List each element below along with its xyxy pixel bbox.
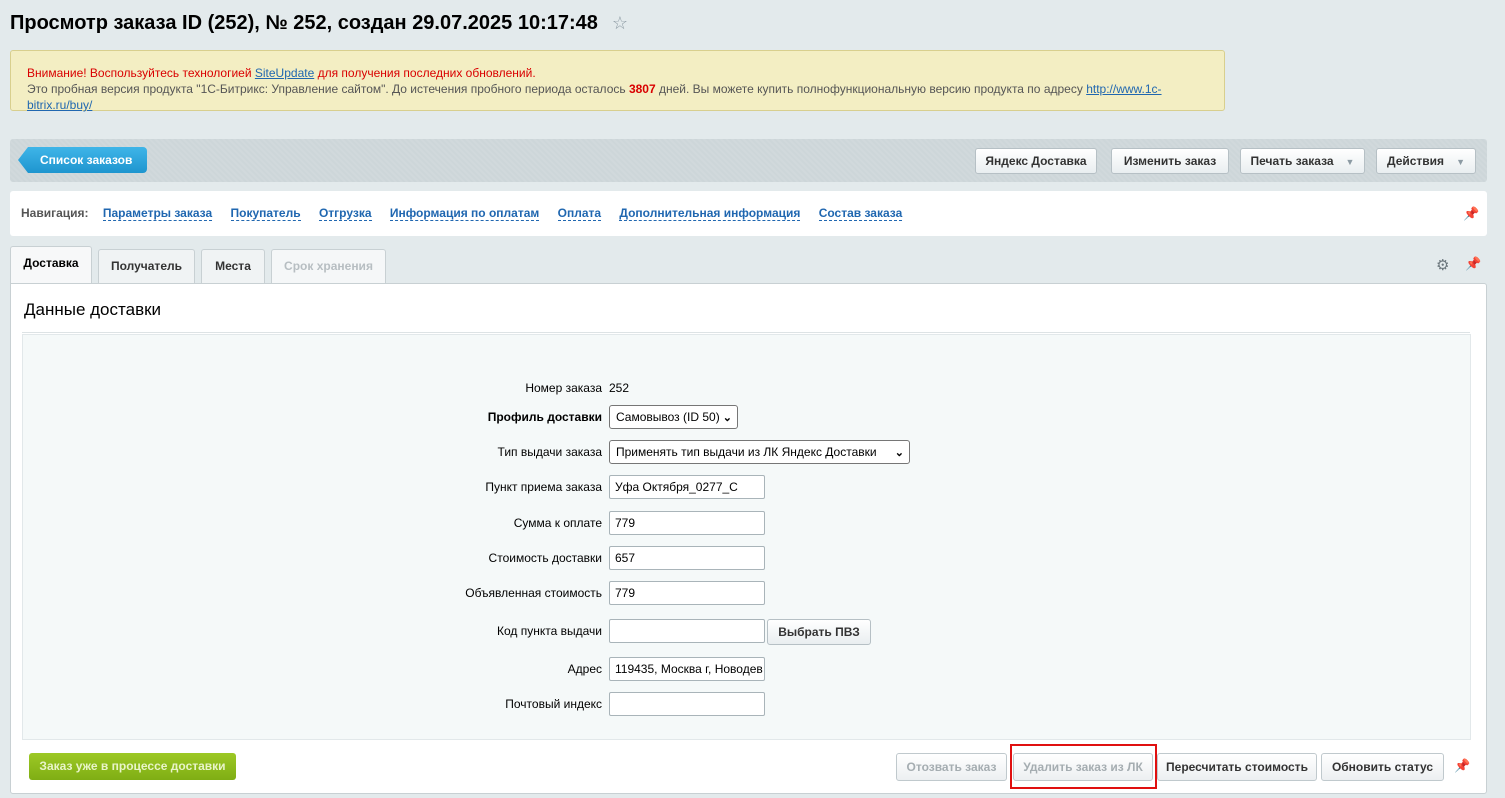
gear-icon[interactable]: ⚙	[1436, 256, 1449, 274]
postcode-row: Почтовый индекс	[23, 692, 1470, 716]
update-status-button[interactable]: Обновить статус	[1321, 753, 1444, 781]
issue-type-value: Применять тип выдачи из ЛК Яндекс Достав…	[616, 445, 877, 459]
issue-type-label: Тип выдачи заказа	[497, 445, 602, 459]
declared-cost-label: Объявленная стоимость	[465, 586, 602, 600]
notice-text: Внимание! Воспользуйтесь технологией	[27, 66, 255, 80]
edit-order-label: Изменить заказ	[1123, 154, 1217, 168]
panel-title: Данные доставки	[24, 300, 162, 319]
issue-type-select[interactable]: Применять тип выдачи из ЛК Яндекс Достав…	[609, 440, 910, 464]
delivery-panel: Данные доставки Номер заказа 252 Профиль…	[10, 283, 1487, 794]
nav-link-additional-info[interactable]: Дополнительная информация	[619, 206, 801, 221]
recalc-cost-button[interactable]: Пересчитать стоимость	[1157, 753, 1317, 781]
tab-storage-period: Срок хранения	[271, 249, 386, 283]
delivery-cost-row: Стоимость доставки 657	[23, 546, 1470, 570]
delivery-cost-input[interactable]: 657	[609, 546, 765, 570]
point-code-row: Код пункта выдачи Выбрать ПВЗ	[23, 619, 1470, 645]
in-delivery-button[interactable]: Заказ уже в процессе доставки	[29, 753, 236, 780]
navigation-label: Навигация:	[21, 206, 89, 220]
tab-places[interactable]: Места	[201, 249, 265, 283]
delivery-profile-value: Самовывоз (ID 50)	[616, 410, 720, 424]
trial-notice: Внимание! Воспользуйтесь технологией Sit…	[10, 50, 1225, 113]
order-number-label: Номер заказа	[525, 381, 602, 395]
notice-text: Это пробная версия продукта "1С-Битрикс:…	[27, 82, 629, 96]
delivery-form: Номер заказа 252 Профиль доставки Самовы…	[22, 334, 1471, 740]
amount-row: Сумма к оплате 779	[23, 511, 1470, 535]
recall-order-button: Отозвать заказ	[896, 753, 1007, 781]
chevron-down-icon: ▼	[1345, 157, 1355, 167]
actions-button[interactable]: Действия ▼	[1376, 148, 1476, 174]
yandex-delivery-button[interactable]: Яндекс Доставка	[975, 148, 1097, 174]
nav-link-payment[interactable]: Оплата	[557, 206, 602, 221]
page-title: Просмотр заказа ID (252), № 252, создан …	[10, 12, 628, 35]
nav-link-order-params[interactable]: Параметры заказа	[102, 206, 213, 221]
profile-row: Профиль доставки Самовывоз (ID 50) ⌄	[23, 405, 1470, 429]
point-code-label: Код пункта выдачи	[497, 624, 602, 638]
chevron-down-icon: ▼	[1456, 157, 1465, 167]
declared-cost-input[interactable]: 779	[609, 581, 765, 605]
nav-link-buyer[interactable]: Покупатель	[230, 206, 301, 221]
notice-text: дней. Вы можете купить полнофункциональн…	[655, 82, 1087, 96]
star-icon[interactable]: ☆	[612, 13, 628, 34]
pin-icon[interactable]: 📌	[1465, 256, 1481, 272]
notice-text: для получения последних обновлений.	[314, 66, 536, 80]
toolbar: Список заказов Яндекс Доставка Изменить …	[10, 139, 1487, 182]
highlight-box	[1010, 744, 1157, 789]
order-list-button[interactable]: Список заказов	[18, 147, 148, 173]
print-order-button[interactable]: Печать заказа ▼	[1240, 148, 1365, 174]
pickup-label: Пункт приема заказа	[485, 480, 602, 494]
declared-cost-row: Объявленная стоимость 779	[23, 581, 1470, 605]
yandex-delivery-label: Яндекс Доставка	[985, 154, 1087, 168]
profile-label: Профиль доставки	[487, 410, 602, 424]
pin-icon[interactable]: 📌	[1454, 758, 1470, 774]
pickup-point-input[interactable]: Уфа Октября_0277_С	[609, 475, 765, 499]
tab-recipient[interactable]: Получатель	[98, 249, 195, 283]
actions-label: Действия	[1387, 154, 1445, 168]
choose-pvz-button[interactable]: Выбрать ПВЗ	[767, 619, 871, 645]
siteupdate-link[interactable]: SiteUpdate	[255, 66, 314, 80]
print-order-label: Печать заказа	[1250, 154, 1334, 168]
address-label: Адрес	[567, 662, 602, 676]
edit-order-button[interactable]: Изменить заказ	[1111, 148, 1229, 174]
amount-input[interactable]: 779	[609, 511, 765, 535]
nav-link-order-contents[interactable]: Состав заказа	[818, 206, 903, 221]
delivery-cost-label: Стоимость доставки	[488, 551, 602, 565]
point-code-input[interactable]	[609, 619, 765, 643]
page-title-text: Просмотр заказа ID (252), № 252, создан …	[10, 12, 598, 34]
address-row: Адрес 119435, Москва г, Новодев	[23, 657, 1470, 681]
nav-link-shipment[interactable]: Отгрузка	[318, 206, 372, 221]
notice-line-2: Это пробная версия продукта "1С-Битрикс:…	[27, 81, 1208, 113]
pin-icon[interactable]: 📌	[1463, 206, 1479, 222]
order-number-row: Номер заказа 252	[23, 376, 1470, 400]
pickup-row: Пункт приема заказа Уфа Октября_0277_С	[23, 475, 1470, 499]
postcode-input[interactable]	[609, 692, 765, 716]
address-input[interactable]: 119435, Москва г, Новодев	[609, 657, 765, 681]
nav-link-payment-info[interactable]: Информация по оплатам	[389, 206, 540, 221]
navigation-bar: Навигация: Параметры заказа Покупатель О…	[10, 191, 1487, 236]
order-number-value: 252	[609, 381, 630, 395]
tab-delivery[interactable]: Доставка	[10, 246, 92, 283]
chevron-down-icon: ⌄	[894, 447, 904, 459]
chevron-down-icon: ⌄	[722, 412, 732, 424]
delivery-profile-select[interactable]: Самовывоз (ID 50) ⌄	[609, 405, 738, 429]
issue-type-row: Тип выдачи заказа Применять тип выдачи и…	[23, 440, 1470, 464]
postcode-label: Почтовый индекс	[505, 697, 602, 711]
amount-label: Сумма к оплате	[513, 516, 602, 530]
trial-days-count: 3807	[628, 82, 656, 96]
divider	[22, 332, 1470, 333]
notice-line-1: Внимание! Воспользуйтесь технологией Sit…	[27, 65, 1208, 81]
